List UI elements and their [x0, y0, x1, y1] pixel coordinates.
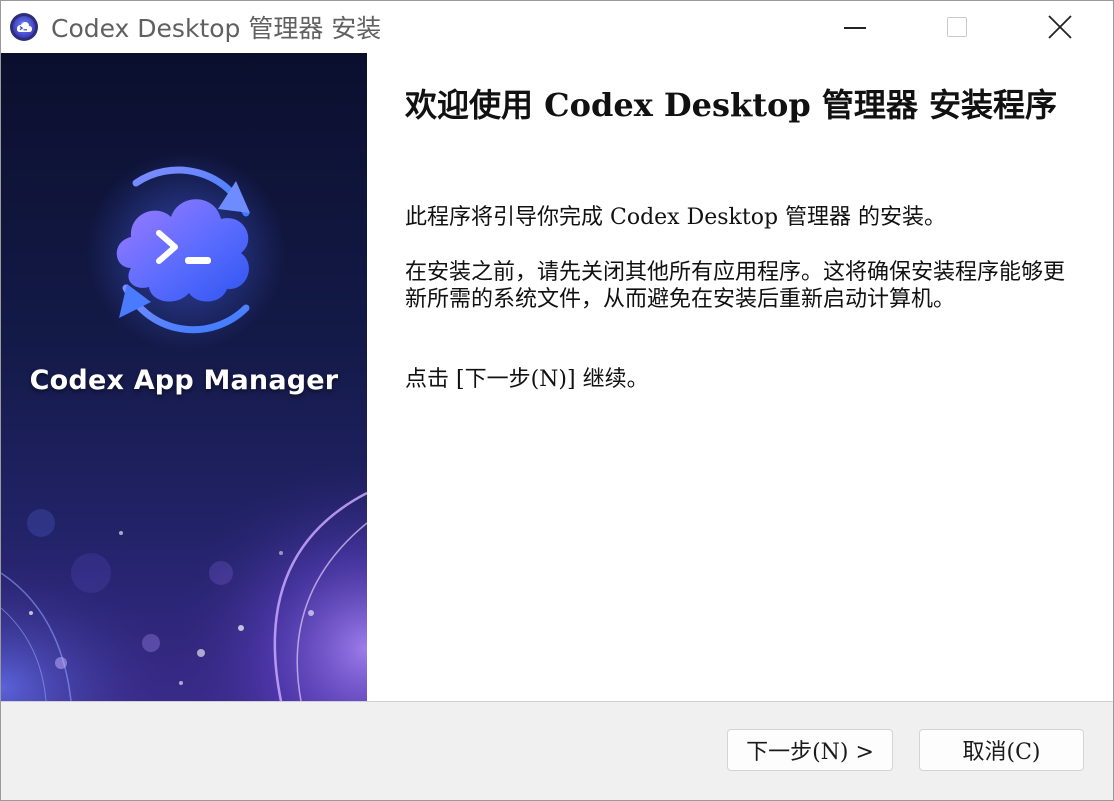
continue-paragraph: 点击 [下一步(N)] 继续。: [405, 367, 649, 392]
welcome-content: 欢迎使用 Codex Desktop 管理器 安装程序 此程序将引导你完成 Co…: [367, 53, 1113, 701]
next-button[interactable]: 下一步(N) >: [727, 729, 893, 771]
window-title: Codex Desktop 管理器 安装: [51, 14, 382, 43]
installer-window: Codex Desktop 管理器 安装 Codex App Manager 欢…: [0, 0, 1114, 801]
intro-paragraph: 此程序将引导你完成 Codex Desktop 管理器 的安装。: [405, 205, 947, 230]
cloud-terminal-logo: [86, 151, 286, 351]
close-icon: [1048, 15, 1072, 39]
welcome-heading: 欢迎使用 Codex Desktop 管理器 安装程序: [405, 86, 1057, 124]
welcome-banner: Codex App Manager: [1, 53, 367, 701]
maximize-button: [906, 1, 1008, 53]
cancel-button[interactable]: 取消(C): [919, 729, 1084, 771]
banner-product-name: Codex App Manager: [29, 365, 339, 396]
app-icon: [10, 13, 38, 41]
minimize-button[interactable]: [804, 1, 906, 53]
title-bar[interactable]: Codex Desktop 管理器 安装: [1, 1, 1113, 53]
minimize-icon: [844, 27, 866, 29]
maximize-icon: [947, 17, 967, 37]
close-button[interactable]: [1009, 1, 1111, 53]
close-apps-paragraph: 在安装之前，请先关闭其他所有应用程序。这将确保安装程序能够更新所需的系统文件，从…: [405, 260, 1066, 312]
button-bar: 下一步(N) > 取消(C): [1, 702, 1113, 800]
